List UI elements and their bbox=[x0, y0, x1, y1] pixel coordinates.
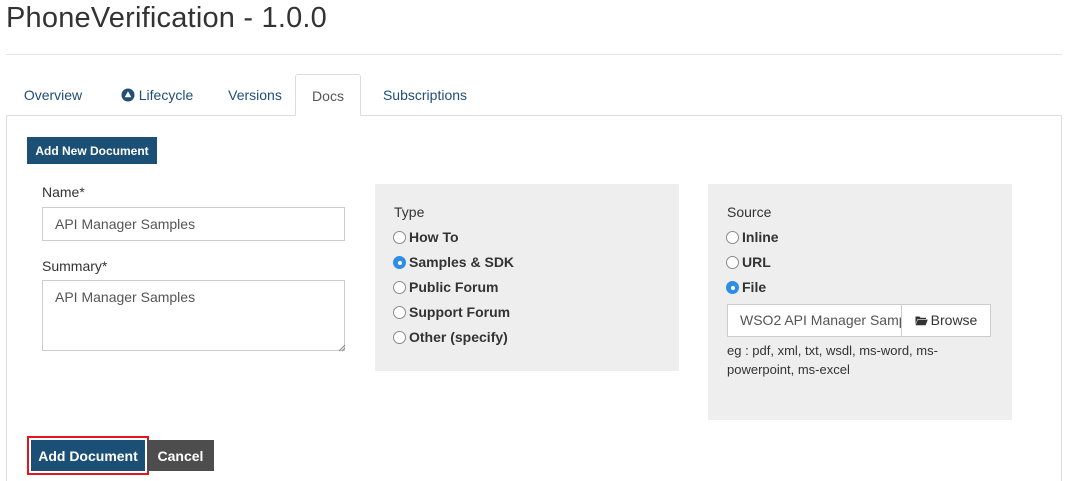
type-option-support-forum[interactable]: Support Forum bbox=[393, 303, 510, 321]
tab-subscriptions[interactable]: Subscriptions bbox=[365, 74, 485, 116]
type-option-label: Public Forum bbox=[409, 279, 499, 295]
browse-button[interactable]: Browse bbox=[901, 304, 991, 337]
summary-label: Summary* bbox=[42, 258, 108, 274]
tab-versions-label: Versions bbox=[228, 87, 282, 103]
type-label: Type bbox=[394, 204, 425, 220]
tab-overview[interactable]: Overview bbox=[6, 74, 100, 116]
tab-docs-label: Docs bbox=[312, 88, 344, 104]
docs-panel: Add New Document Name* Summary* API Mana… bbox=[6, 115, 1062, 481]
source-option-inline[interactable]: Inline bbox=[726, 228, 779, 246]
radio-icon bbox=[393, 331, 406, 344]
radio-icon bbox=[726, 231, 739, 244]
resize-grip-icon[interactable] bbox=[338, 339, 346, 352]
title-divider bbox=[6, 54, 1062, 55]
source-box: Source Inline URL File bbox=[708, 184, 1012, 420]
file-format-hint: eg : pdf, xml, txt, wsdl, ms-word, ms-po… bbox=[727, 343, 938, 377]
source-option-label: URL bbox=[742, 254, 771, 270]
source-option-label: File bbox=[742, 279, 767, 295]
type-option-label: How To bbox=[409, 229, 459, 245]
type-option-how-to[interactable]: How To bbox=[393, 228, 459, 246]
tab-overview-label: Overview bbox=[23, 87, 83, 103]
type-option-label: Support Forum bbox=[409, 304, 511, 320]
radio-checked-icon bbox=[726, 281, 739, 294]
radio-icon bbox=[393, 231, 406, 244]
source-option-url[interactable]: URL bbox=[726, 253, 771, 271]
radio-icon bbox=[393, 281, 406, 294]
summary-textarea[interactable]: API Manager Samples bbox=[42, 280, 345, 351]
source-option-file[interactable]: File bbox=[726, 278, 766, 296]
type-box: Type How To Samples & SDK Public Forum S… bbox=[375, 184, 679, 371]
name-input[interactable] bbox=[42, 207, 345, 241]
tab-lifecycle[interactable]: Lifecycle bbox=[100, 74, 214, 116]
add-document-button[interactable]: Add Document bbox=[31, 440, 145, 471]
type-option-label: Samples & SDK bbox=[409, 254, 515, 270]
type-option-samples-sdk[interactable]: Samples & SDK bbox=[393, 253, 514, 271]
file-name-field[interactable]: WSO2 API Manager Samples bbox=[727, 304, 902, 337]
radio-checked-icon bbox=[393, 256, 406, 269]
radio-icon bbox=[726, 256, 739, 269]
file-input-group: WSO2 API Manager Samples Browse bbox=[727, 304, 991, 337]
name-label: Name* bbox=[42, 184, 85, 200]
lifecycle-icon bbox=[121, 76, 135, 102]
add-new-document-button[interactable]: Add New Document bbox=[27, 137, 157, 164]
tab-docs[interactable]: Docs bbox=[295, 74, 361, 116]
type-option-public-forum[interactable]: Public Forum bbox=[393, 278, 498, 296]
type-option-label: Other (specify) bbox=[409, 329, 508, 345]
cancel-button[interactable]: Cancel bbox=[147, 440, 214, 471]
page-title: PhoneVerification - 1.0.0 bbox=[6, 2, 327, 34]
folder-open-icon bbox=[915, 306, 928, 326]
browse-label: Browse bbox=[930, 312, 978, 328]
tab-versions[interactable]: Versions bbox=[214, 74, 296, 116]
tab-bar: Overview Lifecycle Versions Docs Subscri… bbox=[6, 74, 1062, 116]
radio-icon bbox=[393, 306, 406, 319]
source-option-label: Inline bbox=[742, 229, 779, 245]
tab-subscriptions-label: Subscriptions bbox=[382, 87, 468, 103]
source-label: Source bbox=[727, 204, 772, 220]
tab-lifecycle-label: Lifecycle bbox=[138, 87, 194, 103]
type-option-other[interactable]: Other (specify) bbox=[393, 328, 508, 346]
